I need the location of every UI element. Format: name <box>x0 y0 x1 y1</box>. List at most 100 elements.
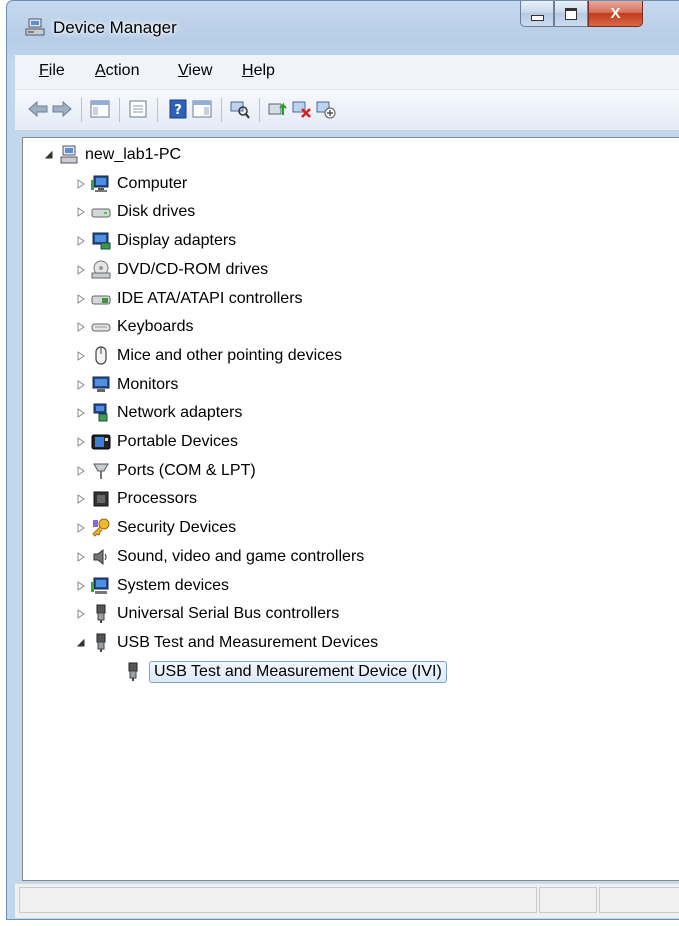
tree-category[interactable]: Disk drives <box>75 199 195 225</box>
device-icon-wrap <box>91 260 111 280</box>
tree-category[interactable]: Monitors <box>75 372 178 398</box>
tree-root[interactable]: new_lab1-PC <box>43 142 181 168</box>
collapse-arrow-icon <box>44 150 53 159</box>
tree-item-label: Mice and other pointing devices <box>117 346 343 364</box>
tree-category[interactable]: Computer <box>75 171 187 197</box>
expand-arrow-icon <box>77 494 85 505</box>
tree-device-item[interactable]: USB Test and Measurement Device (IVI) <box>107 659 447 685</box>
tree-category[interactable]: Universal Serial Bus controllers <box>75 601 339 627</box>
menu-action[interactable]: Action <box>95 62 139 80</box>
tree-expander[interactable] <box>75 465 87 477</box>
tree-expander[interactable] <box>75 379 87 391</box>
tree-expander[interactable] <box>75 206 87 218</box>
window-title: Device Manager <box>53 18 177 37</box>
ide-controller-icon <box>91 295 111 304</box>
expand-arrow-icon <box>77 580 85 591</box>
uninstall-button[interactable] <box>291 98 313 120</box>
device-icon-wrap <box>91 576 111 596</box>
svg-text:?: ? <box>174 103 182 118</box>
expand-arrow-icon <box>77 293 85 304</box>
tree-category[interactable]: Network adapters <box>75 400 242 426</box>
expand-arrow-icon <box>77 523 85 534</box>
tree-category[interactable]: IDE ATA/ATAPI controllers <box>75 286 303 312</box>
menu-view[interactable]: View <box>178 62 212 80</box>
tree-expander[interactable] <box>75 321 87 333</box>
help-button[interactable]: ? <box>167 98 189 120</box>
device-icon-wrap <box>91 461 111 481</box>
tree-item-label: USB Test and Measurement Devices <box>117 633 379 651</box>
title-bar[interactable]: Device Manager X <box>7 1 679 49</box>
tree-expander[interactable] <box>75 264 87 276</box>
tree-expander[interactable] <box>75 637 87 649</box>
system-device-icon <box>91 577 109 594</box>
tree-category[interactable]: Ports (COM & LPT) <box>75 458 256 484</box>
help-icon: ? <box>169 99 187 119</box>
tree-expander[interactable] <box>75 350 87 362</box>
device-icon-wrap <box>91 432 111 452</box>
expand-arrow-icon <box>77 350 85 361</box>
device-icon-wrap <box>91 403 111 423</box>
tree-expander[interactable] <box>75 436 87 448</box>
tree-category[interactable]: System devices <box>75 573 229 599</box>
scan-hardware-button[interactable] <box>229 98 251 120</box>
tree-item-label: System devices <box>117 576 230 594</box>
tree-category[interactable]: Sound, video and game controllers <box>75 544 364 570</box>
tree-category[interactable]: Processors <box>75 486 197 512</box>
tree-expander[interactable] <box>75 493 87 505</box>
usb-plug-icon <box>96 604 106 624</box>
tree-category[interactable]: Keyboards <box>75 314 194 340</box>
update-driver-button[interactable] <box>267 98 289 120</box>
toolbar-separator <box>259 98 260 122</box>
tree-category[interactable]: Display adapters <box>75 228 236 254</box>
tree-item-label: new_lab1-PC <box>85 146 182 163</box>
computer-network-icon <box>60 145 78 164</box>
expand-arrow-icon <box>77 408 85 419</box>
tree-expander[interactable] <box>75 522 87 534</box>
device-icon-wrap <box>91 289 111 309</box>
device-icon-wrap <box>91 317 111 337</box>
tree-category[interactable]: DVD/CD-ROM drives <box>75 257 268 283</box>
tree-category[interactable]: Security Devices <box>75 515 236 541</box>
menu-bar: File Action View Help <box>15 55 679 90</box>
tree-expander[interactable] <box>75 608 87 620</box>
properties-button[interactable] <box>127 98 149 120</box>
console-tree-button[interactable] <box>89 98 111 120</box>
status-pane-secondary <box>539 887 597 913</box>
tree-expander[interactable] <box>75 293 87 305</box>
monitor-icon <box>92 376 110 392</box>
forward-arrow-icon <box>52 101 72 117</box>
tree-expander[interactable] <box>75 178 87 190</box>
device-icon-wrap <box>59 145 79 165</box>
expand-arrow-icon <box>77 264 85 275</box>
tree-category[interactable]: Portable Devices <box>75 429 238 455</box>
tree-expander[interactable] <box>75 551 87 563</box>
close-button[interactable]: X <box>588 1 643 27</box>
minimize-button[interactable] <box>520 1 554 27</box>
tree-category[interactable]: Mice and other pointing devices <box>75 343 342 369</box>
show-hide-console-tree-icon <box>90 100 110 118</box>
tree-expander[interactable] <box>75 407 87 419</box>
forward-button[interactable] <box>51 98 73 120</box>
back-button[interactable] <box>27 98 49 120</box>
device-icon-wrap <box>91 202 111 222</box>
menu-action-accel: A <box>95 62 106 79</box>
maximize-button[interactable] <box>554 1 588 27</box>
device-icon-wrap <box>91 346 111 366</box>
back-arrow-icon <box>28 101 48 117</box>
tree-expander[interactable] <box>43 149 55 161</box>
expand-arrow-icon <box>77 551 85 562</box>
menu-view-accel: V <box>178 62 189 79</box>
toolbar-separator <box>81 98 82 122</box>
keyboard-icon <box>91 323 111 332</box>
menu-help-accel: H <box>242 62 254 79</box>
tree-connector <box>107 666 119 678</box>
device-manager-window: Device Manager X File Action View Help ?… <box>6 0 679 920</box>
tree-expander[interactable] <box>75 235 87 247</box>
menu-help[interactable]: Help <box>242 62 275 80</box>
tree-category[interactable]: USB Test and Measurement Devices <box>75 630 378 656</box>
menu-file[interactable]: File <box>39 62 65 80</box>
action-pane-button[interactable] <box>191 98 213 120</box>
device-tree[interactable]: new_lab1-PC Computer Disk drives Display ad… <box>22 137 679 881</box>
disable-device-button[interactable] <box>315 98 337 120</box>
tree-expander[interactable] <box>75 580 87 592</box>
